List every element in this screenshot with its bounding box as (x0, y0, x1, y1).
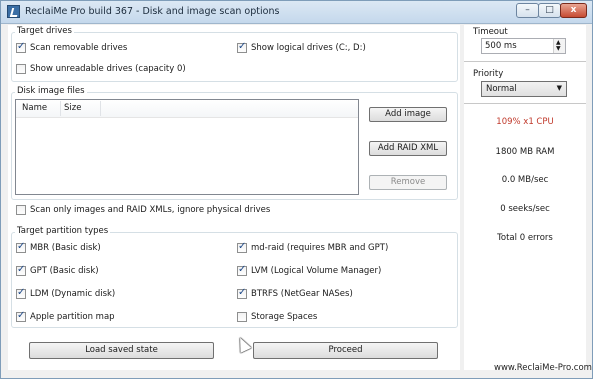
title-bar[interactable]: ReclaiMe Pro build 367 - Disk and image … (1, 1, 592, 24)
scan-only-images-checkbox[interactable]: Scan only images and RAID XMLs, ignore p… (16, 204, 270, 216)
load-saved-state-button[interactable]: Load saved state (29, 342, 214, 359)
close-button[interactable]: x (560, 3, 587, 18)
checkbox-box[interactable] (16, 310, 26, 322)
checkbox-box[interactable] (16, 41, 26, 53)
column-header-name[interactable]: Name (22, 103, 47, 113)
storage-spaces-checkbox[interactable]: Storage Spaces (237, 311, 317, 323)
watermark: www.ReclaiMe-Pro.com (494, 363, 592, 373)
add-raid-xml-button[interactable]: Add RAID XML (369, 141, 447, 156)
checkbox-label: Apple partition map (30, 312, 115, 322)
checkbox-box[interactable] (16, 264, 26, 276)
disk-image-files-label: Disk image files (15, 86, 87, 96)
divider (464, 103, 586, 104)
ldm-checkbox[interactable]: LDM (Dynamic disk) (16, 287, 116, 300)
timeout-value: 500 ms (485, 41, 517, 51)
chevron-down-icon[interactable]: ▼ (557, 84, 562, 92)
column-header-size[interactable]: Size (64, 103, 81, 113)
checkbox-label: Scan removable drives (30, 43, 128, 53)
minimize-button[interactable]: – (516, 3, 539, 18)
checkbox-box[interactable] (237, 241, 247, 253)
checkbox-label: BTRFS (NetGear NASes) (251, 289, 353, 299)
scan-options-window: ReclaiMe Pro build 367 - Disk and image … (0, 0, 593, 379)
checkbox-label: Show logical drives (C:, D:) (251, 43, 366, 53)
checkbox-label: LVM (Logical Volume Manager) (251, 266, 382, 276)
checkbox-box[interactable] (16, 64, 26, 74)
proceed-button[interactable]: Proceed (253, 342, 438, 359)
spin-buttons[interactable]: ▲ ▼ (553, 39, 565, 53)
add-image-button[interactable]: Add image (369, 107, 447, 122)
timeout-label: Timeout (473, 27, 508, 37)
checkbox-label: Show unreadable drives (capacity 0) (30, 64, 186, 74)
ram-usage: 1800 MB RAM (495, 147, 555, 157)
app-icon (7, 5, 20, 18)
md-raid-checkbox[interactable]: md-raid (requires MBR and GPT) (237, 241, 389, 254)
read-speed: 0.0 MB/sec (501, 175, 549, 185)
list-header: Name Size (16, 100, 358, 118)
remove-button[interactable]: Remove (369, 175, 447, 190)
checkbox-box[interactable] (237, 287, 247, 299)
btrfs-checkbox[interactable]: BTRFS (NetGear NASes) (237, 287, 353, 300)
column-divider[interactable] (100, 101, 101, 116)
target-drives-label: Target drives (15, 26, 74, 36)
checkbox-box[interactable] (16, 241, 26, 253)
seek-rate: 0 seeks/sec (500, 204, 550, 214)
checkbox-label: Scan only images and RAID XMLs, ignore p… (30, 205, 271, 215)
mbr-checkbox[interactable]: MBR (Basic disk) (16, 241, 101, 254)
checkbox-box[interactable] (237, 264, 247, 276)
show-unreadable-checkbox[interactable]: Show unreadable drives (capacity 0) (16, 63, 186, 75)
priority-dropdown[interactable]: Normal ▼ (481, 81, 567, 97)
gpt-checkbox[interactable]: GPT (Basic disk) (16, 264, 99, 277)
cpu-usage: 109% x1 CPU (496, 117, 554, 127)
checkbox-label: Storage Spaces (251, 312, 318, 322)
apple-partition-map-checkbox[interactable]: Apple partition map (16, 310, 115, 323)
checkbox-label: GPT (Basic disk) (30, 266, 99, 276)
checkbox-box[interactable] (16, 287, 26, 299)
priority-value: Normal (486, 84, 517, 94)
lvm-checkbox[interactable]: LVM (Logical Volume Manager) (237, 264, 382, 277)
image-file-list[interactable]: Name Size (15, 99, 359, 195)
checkbox-box[interactable] (16, 205, 26, 215)
show-logical-checkbox[interactable]: Show logical drives (C:, D:) (237, 41, 366, 54)
checkbox-label: md-raid (requires MBR and GPT) (251, 243, 389, 253)
checkbox-box[interactable] (237, 312, 247, 322)
checkbox-box[interactable] (237, 41, 247, 53)
maximize-button[interactable]: □ (538, 3, 561, 18)
priority-label: Priority (473, 69, 504, 79)
divider (464, 61, 586, 62)
scan-removable-checkbox[interactable]: Scan removable drives (16, 41, 128, 54)
column-divider[interactable] (60, 101, 61, 116)
spin-down-icon[interactable]: ▼ (556, 46, 561, 52)
timeout-spinbox[interactable]: 500 ms ▲ ▼ (481, 38, 566, 54)
checkbox-label: MBR (Basic disk) (30, 243, 101, 253)
error-count: Total 0 errors (497, 233, 553, 243)
partition-types-label: Target partition types (15, 226, 111, 236)
window-title: ReclaiMe Pro build 367 - Disk and image … (25, 6, 280, 17)
checkbox-label: LDM (Dynamic disk) (30, 289, 116, 299)
